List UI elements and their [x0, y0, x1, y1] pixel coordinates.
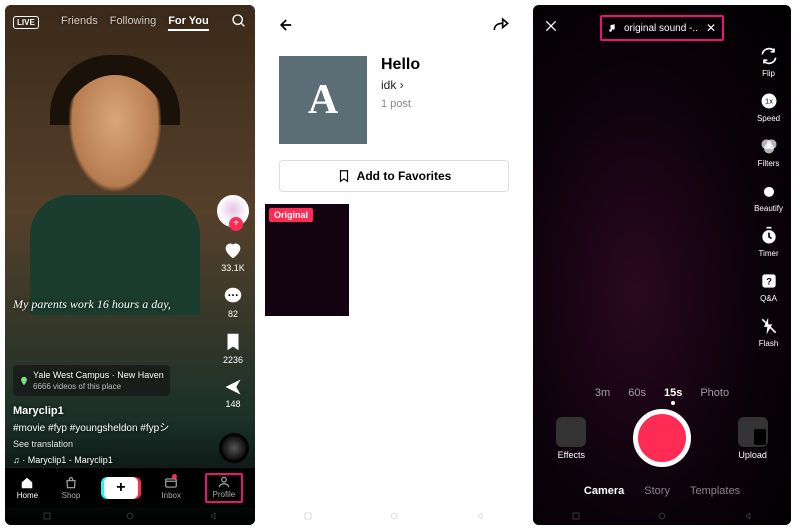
android-system-nav — [533, 507, 791, 525]
speed-icon: 1x — [759, 91, 779, 111]
effects-button[interactable]: Effects — [556, 417, 586, 460]
location-pin-icon — [19, 376, 29, 386]
sound-page-screen: A Hello idk › 1 post Add to Favorites Or… — [265, 5, 523, 525]
sound-disc[interactable] — [219, 433, 249, 463]
sound-title: Hello — [381, 56, 420, 74]
beautify-icon — [759, 181, 779, 201]
location-subtitle: 6666 videos of this place — [33, 381, 164, 392]
camera-tool-rail: Flip 1x Speed Filters Beautify Timer ? Q… — [754, 45, 783, 348]
back-arrow-icon[interactable] — [277, 15, 297, 40]
beautify-button[interactable]: Beautify — [754, 180, 783, 213]
mode-camera[interactable]: Camera — [584, 485, 624, 497]
timer-icon — [759, 226, 779, 246]
record-button[interactable] — [633, 409, 691, 467]
duration-photo[interactable]: Photo — [700, 387, 729, 399]
feed-header: LIVE Friends Following For You — [5, 13, 255, 32]
sys-recent-icon[interactable] — [301, 511, 315, 521]
sys-back-icon[interactable] — [473, 511, 487, 521]
see-translation-link[interactable]: See translation — [13, 438, 205, 451]
filters-button[interactable]: Filters — [758, 135, 780, 168]
notification-dot-icon — [172, 474, 177, 479]
follow-plus-icon[interactable]: + — [229, 217, 243, 231]
sound-author-link[interactable]: idk › — [381, 78, 420, 92]
mode-templates[interactable]: Templates — [690, 485, 740, 497]
bag-icon — [63, 476, 79, 490]
duration-selector: 3m 60s 15s Photo — [533, 387, 791, 399]
tab-following[interactable]: Following — [110, 15, 156, 31]
save-button[interactable]: 2236 — [222, 331, 244, 365]
sys-home-icon[interactable] — [655, 511, 669, 521]
profile-icon — [216, 475, 232, 489]
sys-recent-icon[interactable] — [569, 511, 583, 521]
flash-off-icon — [759, 316, 779, 336]
nav-home[interactable]: Home — [17, 476, 38, 500]
nav-inbox[interactable]: Inbox — [161, 476, 181, 500]
like-button[interactable]: 33.1K — [221, 239, 245, 273]
timer-button[interactable]: Timer — [758, 225, 780, 258]
nav-profile[interactable]: Profile — [205, 473, 244, 503]
flip-icon — [759, 46, 779, 66]
feed-screen: LIVE Friends Following For You + 33.1K 8… — [5, 5, 255, 525]
flip-camera-button[interactable]: Flip — [758, 45, 780, 78]
sys-back-icon[interactable] — [741, 511, 755, 521]
svg-text:?: ? — [766, 276, 772, 286]
comment-count: 82 — [228, 309, 238, 319]
sound-post-count: 1 post — [381, 98, 420, 110]
like-count: 33.1K — [221, 263, 245, 273]
inbox-icon — [163, 476, 179, 490]
speed-button[interactable]: 1x Speed — [757, 90, 780, 123]
tab-for-you[interactable]: For You — [168, 15, 209, 31]
location-name: Yale West Campus · New Haven — [33, 369, 164, 382]
qa-button[interactable]: ? Q&A — [758, 270, 780, 303]
duration-60s[interactable]: 60s — [628, 387, 646, 399]
original-badge: Original — [269, 208, 313, 222]
sys-back-icon[interactable] — [206, 511, 220, 521]
android-system-nav — [265, 507, 523, 525]
android-system-nav — [5, 507, 255, 525]
close-icon[interactable] — [543, 18, 559, 39]
mode-selector: Camera Story Templates — [533, 485, 791, 497]
share-button[interactable]: 148 — [221, 377, 245, 409]
qa-icon: ? — [759, 271, 779, 291]
action-rail: + 33.1K 82 2236 148 — [217, 195, 249, 409]
comment-button[interactable]: 82 — [221, 285, 245, 319]
svg-text:1x: 1x — [765, 97, 773, 106]
home-icon — [19, 476, 35, 490]
share-forward-icon[interactable] — [491, 15, 511, 40]
nav-shop[interactable]: Shop — [62, 476, 81, 500]
sys-home-icon[interactable] — [387, 511, 401, 521]
tab-friends[interactable]: Friends — [61, 15, 98, 31]
upload-button[interactable]: Upload — [738, 417, 768, 460]
filters-icon — [759, 136, 779, 156]
author-avatar[interactable]: + — [217, 195, 249, 227]
duration-3m[interactable]: 3m — [595, 387, 610, 399]
upload-thumbnail-icon — [738, 417, 768, 447]
nav-create-button[interactable]: + — [104, 477, 138, 499]
sound-video-thumbnail[interactable]: Original — [265, 204, 349, 316]
caption-area: My parents work 16 hours a day, Yale Wes… — [13, 296, 205, 467]
save-count: 2236 — [223, 355, 243, 365]
add-to-favorites-button[interactable]: Add to Favorites — [279, 160, 509, 192]
mode-story[interactable]: Story — [644, 485, 670, 497]
sys-home-icon[interactable] — [123, 511, 137, 521]
search-icon[interactable] — [231, 13, 247, 32]
location-chip[interactable]: Yale West Campus · New Haven 6666 videos… — [13, 365, 170, 397]
remove-sound-icon[interactable]: ✕ — [706, 21, 716, 35]
share-count: 148 — [225, 399, 240, 409]
live-badge[interactable]: LIVE — [13, 16, 39, 29]
author-username[interactable]: Maryclip1 — [13, 404, 205, 419]
sound-marquee[interactable]: ♫ · Maryclip1 - Maryclip1 — [13, 454, 205, 467]
effects-thumbnail-icon — [556, 417, 586, 447]
camera-record-screen: original sound -.. ✕ Flip 1x Speed Filte… — [533, 5, 791, 525]
video-overlay-subtitle: My parents work 16 hours a day, — [13, 296, 205, 313]
bottom-nav: Home Shop + Inbox Profile — [5, 467, 255, 507]
selected-sound-pill[interactable]: original sound -.. ✕ — [600, 15, 724, 41]
bookmark-icon — [337, 169, 351, 183]
flash-button[interactable]: Flash — [758, 315, 780, 348]
sound-cover[interactable]: A — [279, 56, 367, 144]
sys-recent-icon[interactable] — [40, 511, 54, 521]
caption-hashtags[interactable]: #movie #fyp #youngsheldon #fypシ — [13, 422, 205, 436]
music-note-icon — [608, 23, 618, 33]
duration-15s[interactable]: 15s — [664, 387, 682, 399]
